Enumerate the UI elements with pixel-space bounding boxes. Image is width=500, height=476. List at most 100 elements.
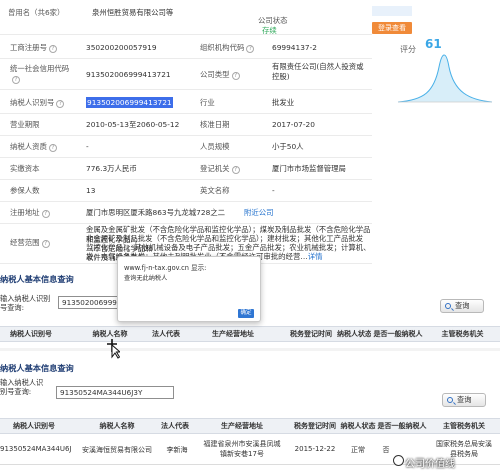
help-icon[interactable]: ?	[231, 166, 240, 174]
company-info-panel: 曾用名（共6家） 泉州恒胜贸易有限公司等 公司状态 存续 登录查看 评分 61 …	[0, 0, 500, 290]
field-value: 350200200057919	[86, 43, 157, 52]
address-label: 注册地址	[10, 208, 40, 217]
help-icon[interactable]: ?	[12, 76, 20, 84]
dialog-message: 查询无此纳税人	[124, 275, 168, 282]
field-row: 实缴资本 776.3万人民币 登记机关? 厦门市市场监督管理局	[0, 158, 372, 180]
field-value: 小于50人	[272, 142, 304, 151]
search-icon	[447, 397, 453, 403]
field-label: 统一社会信用代码	[10, 64, 70, 73]
cell-taxpayer-id: 91350524MA344U6J3Y	[0, 445, 72, 453]
scope-more-link[interactable]: 详情	[308, 252, 323, 261]
cell-address-line1: 福建省泉州市安溪县凤城	[203, 440, 281, 448]
search-icon	[445, 303, 451, 309]
mouse-cursor-icon	[107, 339, 120, 359]
field-row: 统一社会信用代码 ? 91350200699941372​1 公司类型? 有限责…	[0, 60, 372, 90]
field-label: 营业期限	[10, 120, 40, 129]
column-header: 纳税人识别号	[10, 330, 52, 338]
field-row: 参保人数 13 英文名称 -	[0, 180, 372, 202]
field-value: -	[86, 142, 89, 151]
query2-taxpayer-input[interactable]: 91350524MA344U6J3Y	[56, 386, 174, 399]
query1-input-label: 输入纳税人识别号查询:	[0, 294, 51, 312]
help-icon[interactable]: ?	[246, 45, 255, 53]
cell-general-taxpayer: 否	[382, 446, 390, 454]
former-names-label: 曾用名（共6家）	[8, 8, 65, 17]
field-value: 2017-07-20	[272, 120, 315, 129]
score-label: 评分	[400, 45, 416, 54]
header-partial-row: 曾用名（共6家） 泉州恒胜贸易有限公司等 公司状态 存续	[0, 0, 372, 35]
query1-table-header: 纳税人识别号 纳税人名称 法人代表 生产经营地址 税务登记时间 纳税人状态 是否…	[0, 326, 500, 342]
help-icon[interactable]: ?	[41, 210, 50, 218]
cell-authority-line1: 国家税务总局安溪	[436, 440, 492, 448]
former-names-value: 泉州恒胜贸易有限公司等	[92, 8, 174, 17]
column-header: 税务登记时间	[294, 422, 336, 430]
field-label: 登记机关	[200, 164, 230, 173]
column-header: 税务登记时间	[290, 330, 332, 338]
help-icon[interactable]: ?	[231, 72, 240, 80]
dialog-origin: www.fj-n-tax.gov.cn 显示:	[124, 264, 207, 272]
divider	[0, 348, 500, 351]
field-value: -	[272, 186, 275, 195]
search-button-label: 查询	[457, 395, 472, 404]
cell-status: 正常	[351, 446, 365, 454]
field-value: 2010-05-13至2060-05-12	[86, 120, 180, 129]
address-value: 厦门市思明区厦禾路863号九龙城728之二	[86, 208, 226, 217]
search-button-label: 查询	[455, 301, 470, 310]
wechat-icon	[393, 455, 404, 466]
field-label: 核准日期	[200, 120, 230, 129]
column-header: 主管税务机关	[441, 330, 484, 338]
help-icon[interactable]: ?	[48, 144, 57, 152]
query2-input-label: 输入纳税人识别号查询:	[0, 378, 44, 396]
info-badge	[372, 6, 412, 16]
field-row: 纳税人资质? - 人员规模 小于50人	[0, 136, 372, 158]
query2-table-header: 纳税人识别号 纳税人名称 法人代表 生产经营地址 税务登记时间 纳税人状态 是否…	[0, 418, 500, 434]
field-value: 13	[86, 186, 96, 195]
column-header: 主管税务机关	[443, 422, 485, 430]
field-label: 英文名称	[200, 186, 230, 195]
dialog-ok-button[interactable]: 确定	[238, 309, 254, 318]
field-label: 人员规模	[200, 142, 230, 151]
alert-dialog: www.fj-n-tax.gov.cn 显示: 查询无此纳税人 确定	[117, 256, 261, 322]
cell-registration-date: 2015-12-22	[294, 445, 336, 453]
field-row: 纳税人识别号? 913502006999413721 行业 批发业	[0, 92, 372, 114]
field-label: 组织机构代码	[200, 43, 245, 52]
field-row: 营业期限 2010-05-13至2060-05-12 核准日期 2017-07-…	[0, 114, 372, 136]
field-label: 参保人数	[10, 186, 40, 195]
column-header: 是否一般纳税人	[373, 330, 423, 338]
field-label: 工商注册号	[10, 43, 47, 52]
field-label: 纳税人识别号	[10, 98, 55, 107]
help-icon[interactable]: ?	[41, 240, 50, 248]
field-value: 91350200699941372​1	[86, 70, 171, 79]
field-value: 批发业	[272, 98, 295, 107]
column-header: 纳税人状态	[340, 422, 376, 430]
field-row: 工商注册号? 350200200057919 组织机构代码? 69994137-…	[0, 37, 372, 59]
column-header: 法人代表	[161, 422, 189, 430]
address-row: 注册地址? 厦门市思明区厦禾路863号九龙城728之二 附近公司	[0, 202, 372, 224]
scope-label: 经营范围	[10, 238, 40, 247]
field-value: 有限责任公司(自然人投资或控股)	[272, 62, 364, 81]
cell-taxpayer-name: 安溪海恒贸易有限公司	[82, 446, 152, 454]
field-label: 公司类型	[200, 70, 230, 79]
nearby-companies-link[interactable]: 附近公司	[244, 202, 274, 223]
query2-search-button[interactable]: 查询	[442, 393, 486, 407]
query1-search-button[interactable]: 查询	[440, 299, 484, 313]
column-header: 纳税人状态	[337, 330, 371, 338]
field-label: 纳税人资质	[10, 142, 47, 151]
cell-address-line2: 镇新安巷17号	[220, 450, 264, 458]
watermark-text: 公司价值线	[405, 459, 455, 470]
query2-title: 纳税人基本信息查询	[0, 363, 74, 373]
column-header: 纳税人名称	[99, 422, 135, 430]
column-header: 法人代表	[152, 330, 180, 338]
help-icon[interactable]: ?	[48, 45, 57, 53]
field-label: 行业	[200, 98, 215, 107]
help-icon[interactable]: ?	[56, 100, 65, 108]
column-header: 纳税人识别号	[13, 422, 55, 430]
taxpayer-id-selected[interactable]: 913502006999413721	[86, 97, 173, 108]
field-label: 实缴资本	[10, 164, 40, 173]
score-value: 61	[425, 37, 442, 51]
column-header: 生产经营地址	[212, 330, 254, 338]
field-value: 776.3万人民币	[86, 164, 137, 173]
field-value: 69994137-2	[272, 43, 317, 52]
column-header: 是否一般纳税人	[377, 422, 427, 430]
column-header: 生产经营地址	[221, 422, 263, 430]
cell-legal-rep: 李新海	[166, 446, 188, 454]
